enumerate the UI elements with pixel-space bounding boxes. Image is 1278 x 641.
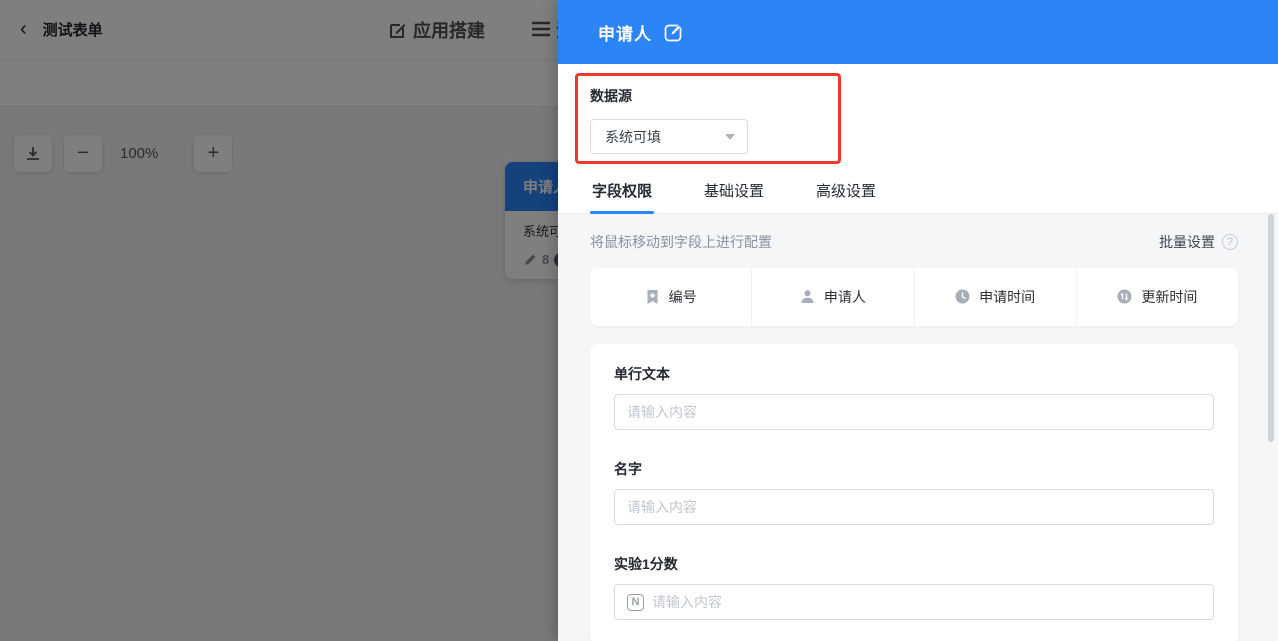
field-config-panel: 申请人 数据源 系统可填 字段权限 基础设置 高级设置 将鼠标移动到字段上进行配… <box>558 0 1278 641</box>
system-field-label: 编号 <box>668 289 697 305</box>
field-label: 单行文本 <box>614 366 670 382</box>
datasource-value: 系统可填 <box>605 128 661 145</box>
edit-title-icon[interactable] <box>664 22 684 42</box>
field-label: 名字 <box>614 461 642 477</box>
name-input[interactable] <box>627 499 1201 515</box>
panel-scrollbar-thumb[interactable] <box>1268 214 1274 442</box>
help-icon[interactable]: ? <box>1222 234 1238 250</box>
text-input-wrapper <box>614 394 1214 430</box>
badge-icon <box>645 289 661 305</box>
modal-dim-overlay <box>0 0 558 641</box>
panel-title: 申请人 <box>598 24 652 44</box>
system-field-label: 申请时间 <box>979 289 1036 305</box>
user-icon <box>800 289 816 305</box>
field-exp1-score: 实验1分数 N <box>614 554 1214 620</box>
system-field-label: 更新时间 <box>1141 289 1198 305</box>
number-icon: N <box>627 593 644 611</box>
system-field-update-time[interactable]: 更新时间 <box>1075 268 1238 326</box>
update-icon <box>1117 289 1133 305</box>
single-line-text-input[interactable] <box>627 404 1201 420</box>
workspace-region: ‹ 测试表单 应用搭建 流 付费试用版还有 1432 天 <box>0 0 558 641</box>
clock-icon <box>955 289 971 305</box>
panel-body: 将鼠标移动到字段上进行配置 批量设置 ? 编号 申请人 申请时间 更新时间 单行… <box>558 214 1278 641</box>
system-fields-bar: 编号 申请人 申请时间 更新时间 <box>590 268 1238 326</box>
tab-field-permission[interactable]: 字段权限 <box>590 170 655 214</box>
batch-settings: 批量设置 ? <box>1159 232 1238 252</box>
field-single-line-text: 单行文本 <box>614 364 1214 430</box>
datasource-section: 数据源 系统可填 <box>558 64 1278 154</box>
text-input-wrapper <box>614 489 1214 525</box>
batch-settings-link[interactable]: 批量设置 <box>1159 232 1215 252</box>
datasource-select[interactable]: 系统可填 <box>590 119 748 154</box>
field-name: 名字 <box>614 459 1214 525</box>
hint-row: 将鼠标移动到字段上进行配置 批量设置 ? <box>590 214 1238 252</box>
exp1-score-input[interactable] <box>652 594 1201 610</box>
field-label: 实验1分数 <box>614 556 678 572</box>
system-field-number[interactable]: 编号 <box>590 268 751 326</box>
number-input-wrapper: N <box>614 584 1214 620</box>
system-field-applicant[interactable]: 申请人 <box>751 268 913 326</box>
panel-tabs: 字段权限 基础设置 高级设置 <box>558 170 1278 214</box>
hint-text: 将鼠标移动到字段上进行配置 <box>590 234 772 250</box>
tab-advanced-settings[interactable]: 高级设置 <box>814 170 878 213</box>
tab-basic-settings[interactable]: 基础设置 <box>702 170 766 213</box>
datasource-label: 数据源 <box>590 88 632 104</box>
form-fields-card: 单行文本 名字 实验1分数 N <box>590 344 1238 641</box>
app-window: ‹ 测试表单 应用搭建 流 付费试用版还有 1432 天 <box>0 0 1278 641</box>
system-field-apply-time[interactable]: 申请时间 <box>913 268 1076 326</box>
chevron-down-icon <box>725 133 735 140</box>
system-field-label: 申请人 <box>823 289 866 305</box>
panel-header: 申请人 <box>558 0 1278 64</box>
